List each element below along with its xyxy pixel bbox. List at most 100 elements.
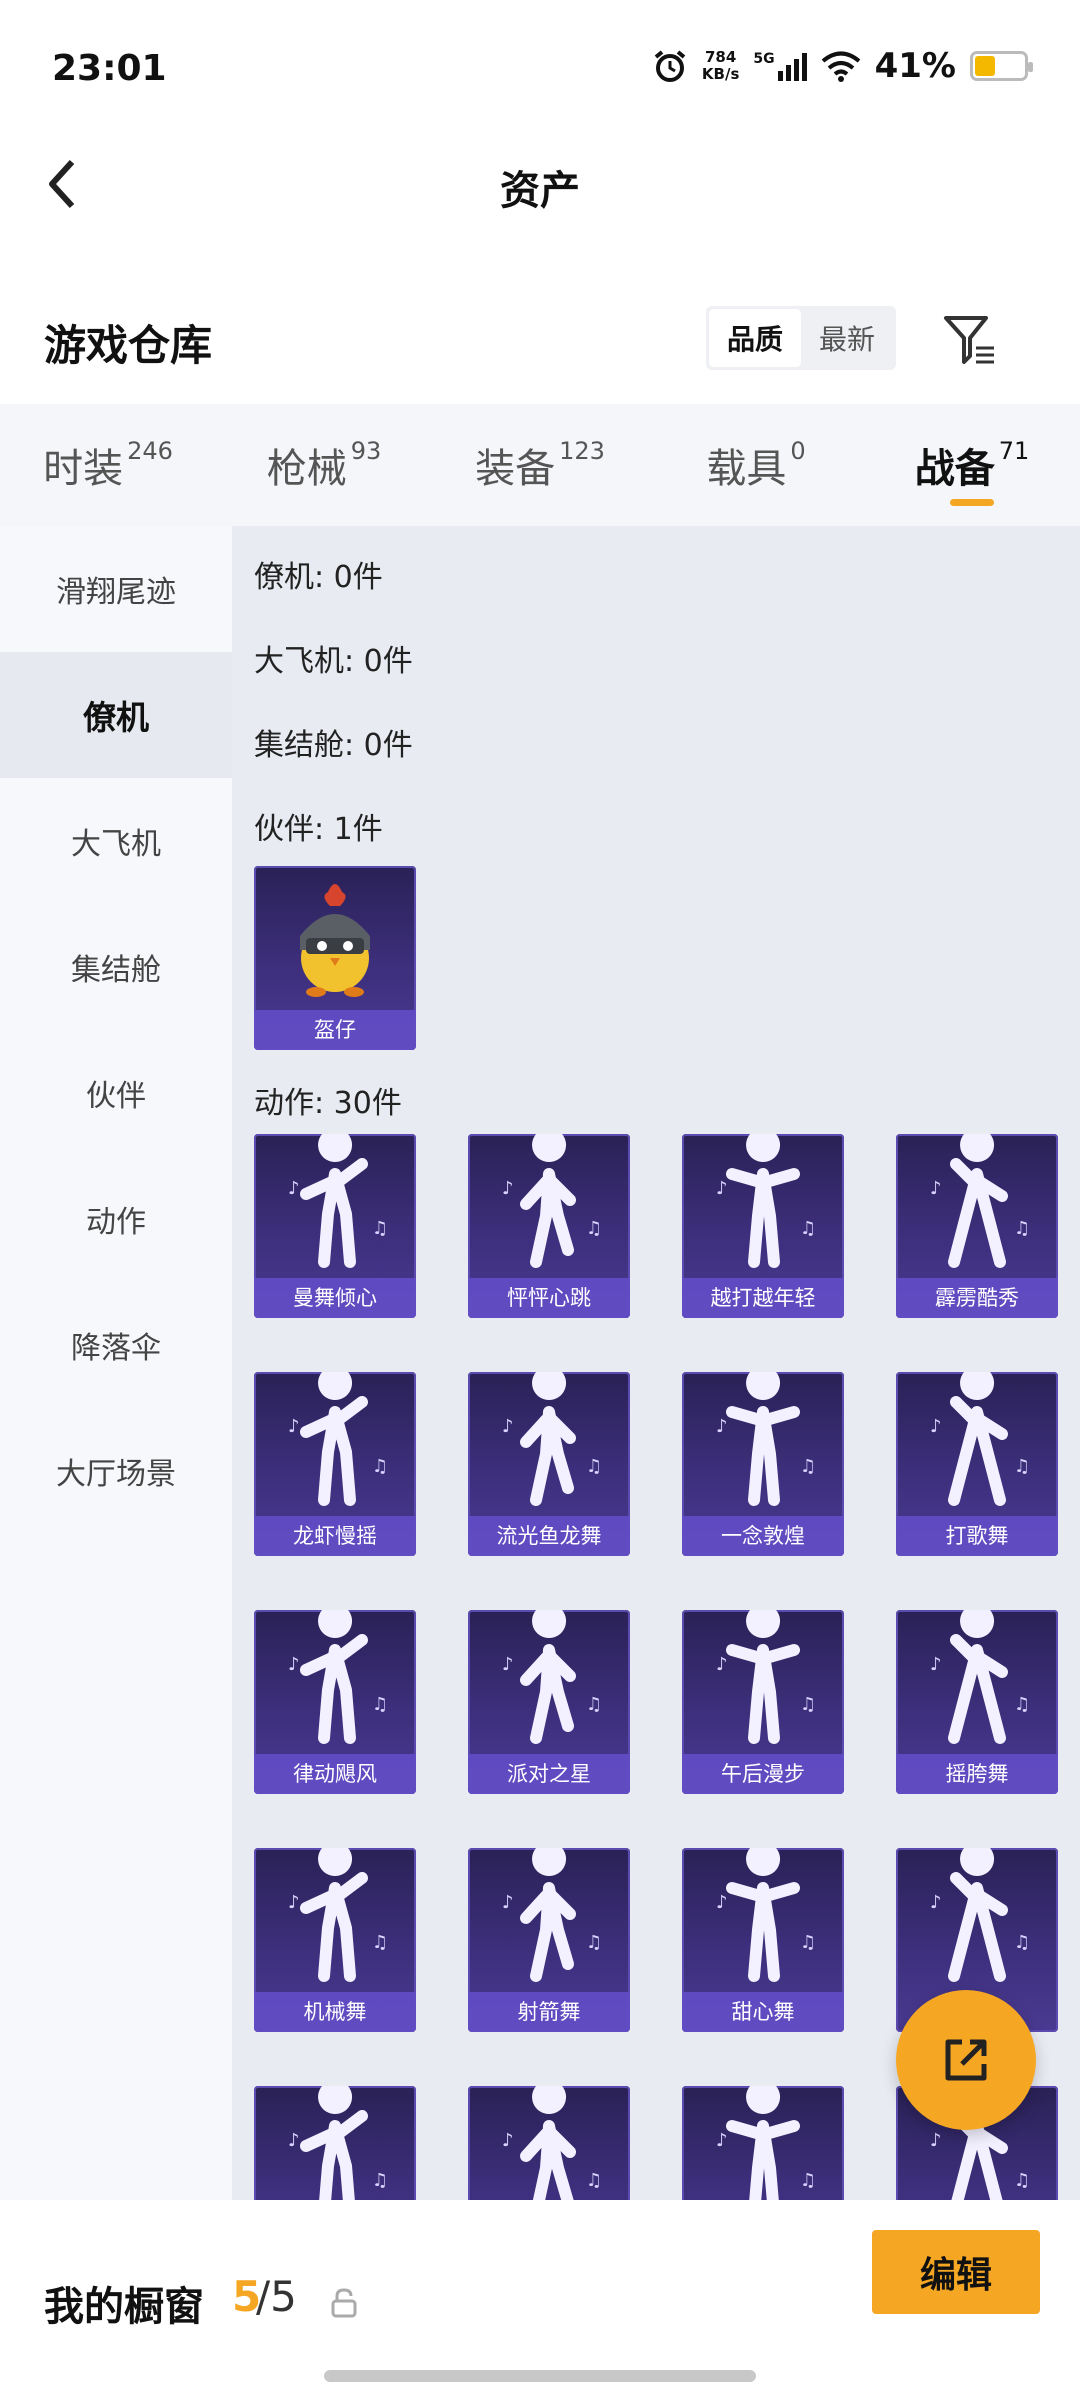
tab-label: 载具 [706,446,787,492]
svg-text:♪: ♪ [502,1416,514,1437]
emote-card[interactable]: ♪ ♫ 曼舞倾心 [254,1134,416,1318]
svg-text:♪: ♪ [288,2130,300,2151]
card-name: 射箭舞 [468,1992,630,2032]
share-fab[interactable] [896,1990,1036,2130]
emote-card[interactable]: ♪ ♫ 甜心舞 [682,1848,844,2032]
card-name: 越打越年轻 [682,1278,844,1318]
tab-equipment[interactable]: 装备 123 [432,404,648,526]
battery-icon [970,51,1033,81]
svg-text:♫: ♫ [586,1218,602,1239]
svg-text:♪: ♪ [716,2130,728,2151]
active-tab-indicator [950,499,994,506]
page-title: 资产 [500,168,580,214]
emote-card[interactable]: ♪ ♫ 流光鱼龙舞 [468,1372,630,1556]
svg-text:♫: ♫ [372,1218,388,1239]
filter-icon[interactable] [940,310,1000,370]
svg-text:♪: ♪ [288,1654,300,1675]
svg-text:♫: ♫ [372,1932,388,1953]
emote-card[interactable]: ♪ ♫ 一念敦煌 [682,1372,844,1556]
svg-text:♪: ♪ [716,1416,728,1437]
emote-card[interactable]: ♪ ♫ [254,2086,416,2200]
emote-card[interactable]: ♪ ♫ [468,2086,630,2200]
dancer-silhouette-icon: ♪♫ [502,1848,602,1982]
status-bar: 23:01 784 KB/s 5G 41% [0,0,1080,140]
sort-newest-button[interactable]: 最新 [801,309,893,367]
tab-vehicles[interactable]: 载具 0 [648,404,864,526]
section-emote-label: 动作: 30件 [254,1086,402,1121]
svg-text:♫: ♫ [586,1932,602,1953]
sidebar-item-wingman[interactable]: 僚机 [0,652,232,778]
sidebar-item-emote[interactable]: 动作 [0,1156,232,1282]
sidebar-item-companion[interactable]: 伙伴 [0,1030,232,1156]
emote-card[interactable]: ♪ ♫ [682,2086,844,2200]
emote-card[interactable]: ♪ ♫ 射箭舞 [468,1848,630,2032]
dancer-silhouette-icon: ♪♫ [930,1134,1030,1268]
item-content: 僚机: 0件 大飞机: 0件 集结舱: 0件 伙伴: 1件 盔仔 动作: 30件… [232,526,1080,2200]
svg-text:♫: ♫ [372,1456,388,1477]
companion-card[interactable]: 盔仔 [254,866,416,1050]
tab-label: 时装 [43,446,124,492]
tab-count: 123 [559,437,605,465]
section-rally-pod-label: 集结舱: 0件 [254,728,413,763]
tab-guns[interactable]: 枪械 93 [216,404,432,526]
svg-text:♪: ♪ [502,1178,514,1199]
dancer-silhouette-icon: ♪♫ [288,1372,388,1506]
card-name: 律动飓风 [254,1754,416,1794]
card-name: 流光鱼龙舞 [468,1516,630,1556]
svg-text:♪: ♪ [930,1892,942,1913]
tab-fashion[interactable]: 时装 246 [0,404,216,526]
bottom-bar: 我的橱窗 5 /5 编辑 [0,2200,1080,2400]
dancer-silhouette-icon: ♪♫ [716,1610,816,1744]
edit-button[interactable]: 编辑 [872,2230,1040,2314]
external-link-icon [945,2039,987,2081]
emote-card[interactable]: ♪ ♫ 摇胯舞 [896,1610,1058,1794]
emote-card[interactable]: ♪ ♫ 机械舞 [254,1848,416,2032]
svg-text:♫: ♫ [800,1694,816,1715]
svg-text:♪: ♪ [288,1416,300,1437]
emote-card[interactable]: ♪ ♫ 派对之星 [468,1610,630,1794]
tab-count: 0 [790,437,806,465]
emote-card[interactable]: ♪ ♫ 打歌舞 [896,1372,1058,1556]
dancer-silhouette-icon: ♪♫ [930,1372,1030,1506]
emote-card[interactable]: ♪ ♫ 律动飓风 [254,1610,416,1794]
svg-text:♪: ♪ [716,1178,728,1199]
card-name: 午后漫步 [682,1754,844,1794]
tab-count: 71 [998,437,1030,465]
dancer-silhouette-icon: ♪♫ [502,1134,602,1268]
emote-card[interactable]: ♪ ♫ 越打越年轻 [682,1134,844,1318]
svg-text:♫: ♫ [800,1218,816,1239]
card-name: 机械舞 [254,1992,416,2032]
sidebar-item-lobby-scene[interactable]: 大厅场景 [0,1408,232,1534]
emote-card[interactable]: ♪ ♫ 龙虾慢摇 [254,1372,416,1556]
svg-text:♫: ♫ [800,1456,816,1477]
emote-card[interactable]: ♪ ♫ 霹雳酷秀 [896,1134,1058,1318]
dancer-silhouette-icon: ♪♫ [288,1848,388,1982]
companion-chick-icon [300,884,370,997]
svg-text:♫: ♫ [586,1456,602,1477]
sidebar-item-parachute[interactable]: 降落伞 [0,1282,232,1408]
card-name: 甜心舞 [682,1992,844,2032]
svg-text:♪: ♪ [502,1892,514,1913]
dancer-silhouette-icon: ♪♫ [288,1610,388,1744]
svg-text:♪: ♪ [930,1654,942,1675]
card-name: 龙虾慢摇 [254,1516,416,1556]
warehouse-title: 游戏仓库 [44,321,213,370]
sort-quality-button[interactable]: 品质 [709,309,801,367]
sidebar-item-big-plane[interactable]: 大飞机 [0,778,232,904]
section-wingman-label: 僚机: 0件 [254,560,383,595]
tab-label: 枪械 [266,446,347,492]
emote-card[interactable]: ♪ ♫ 怦怦心跳 [468,1134,630,1318]
sort-toggle: 品质 最新 [706,306,896,370]
sidebar-item-rally-pod[interactable]: 集结舱 [0,904,232,1030]
card-name: 打歌舞 [896,1516,1058,1556]
card-name: 派对之星 [468,1754,630,1794]
sidebar-item-glide-trail[interactable]: 滑翔尾迹 [0,526,232,652]
signal-bars-icon [777,53,807,81]
tab-battle-gear[interactable]: 战备 71 [864,404,1080,526]
dancer-silhouette-icon: ♪♫ [716,1372,816,1506]
section-big-plane-label: 大飞机: 0件 [254,644,413,679]
emote-card[interactable]: ♪ ♫ 午后漫步 [682,1610,844,1794]
svg-text:♫: ♫ [372,2170,388,2191]
svg-text:♪: ♪ [502,1654,514,1675]
alarm-icon [654,50,686,82]
